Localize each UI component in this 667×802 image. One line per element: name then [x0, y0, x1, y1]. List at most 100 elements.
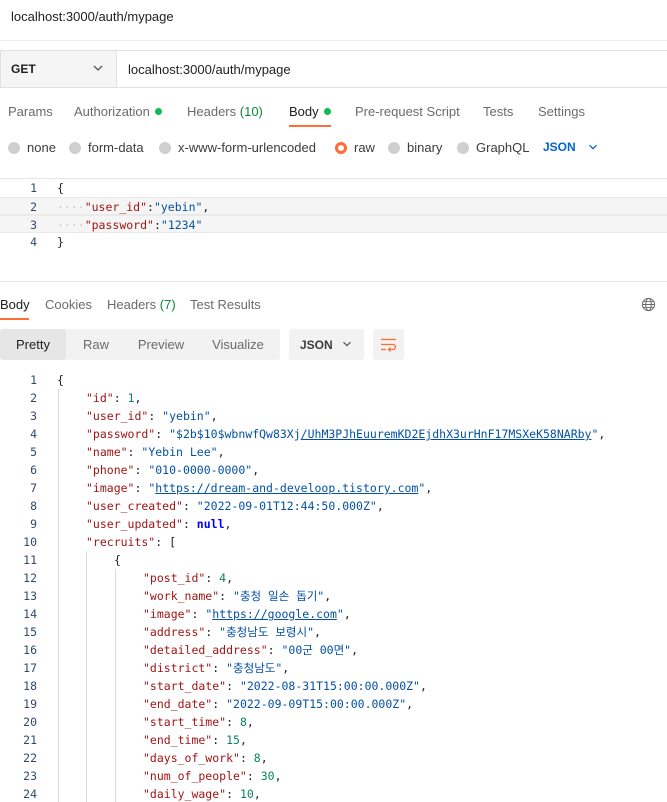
- format-select[interactable]: JSON: [289, 329, 364, 360]
- code-line: 2 "id": 1,: [0, 389, 667, 407]
- code-text: "image": "https://google.com",: [143, 605, 351, 623]
- tab-label: Test Results: [190, 297, 261, 312]
- code-line: 14 "image": "https://google.com",: [0, 605, 667, 623]
- code-text: "num_of_people": 30,: [143, 767, 282, 785]
- code-token[interactable]: /UhM3PJhEuuremKD2EjdhX3urHnF17MSXeK58NAR…: [301, 427, 592, 441]
- active-tab-underline: [289, 125, 331, 127]
- code-token: :: [191, 607, 206, 621]
- globe-icon[interactable]: [641, 297, 656, 312]
- radio-icon: [8, 141, 20, 154]
- code-token: :: [147, 200, 154, 214]
- code-text: "recruits": [: [86, 533, 176, 551]
- tab-tests[interactable]: Tests: [483, 104, 513, 119]
- body-type-none[interactable]: none: [8, 140, 56, 155]
- code-line: 6 "phone": "010-0000-0000",: [0, 461, 667, 479]
- language-select[interactable]: JSON: [543, 140, 598, 154]
- code-token[interactable]: https://dream-and-develoop.tistory.com: [155, 481, 418, 495]
- request-body-editor[interactable]: 1{2 ····"user_id":"yebin", 3 ····"password"…: [0, 178, 667, 282]
- tab-headers[interactable]: Headers (10): [187, 104, 263, 119]
- line-number: 1: [30, 373, 37, 387]
- response-tab-test-results[interactable]: Test Results: [190, 297, 261, 312]
- body-type-form-data[interactable]: form-data: [69, 140, 144, 155]
- body-type-label: none: [27, 140, 56, 155]
- code-text: "id": 1,: [86, 389, 141, 407]
- code-token: ,: [598, 427, 606, 441]
- body-type-label: x-www-form-urlencoded: [178, 140, 316, 155]
- code-text: "address": "충청남도 보령시",: [143, 623, 321, 641]
- line-number: 3: [30, 218, 37, 232]
- view-mode-visualize[interactable]: Visualize: [196, 329, 280, 360]
- code-token: "post_id": [143, 571, 206, 585]
- code-token: : [: [155, 535, 177, 549]
- code-text: "detailed_address": "00군 00면",: [143, 641, 358, 659]
- tab-label: Body: [0, 297, 30, 312]
- radio-icon: [457, 141, 469, 154]
- tab-params[interactable]: Params: [8, 104, 53, 119]
- code-token: :: [267, 643, 282, 657]
- code-text: "district": "충청남도",: [143, 659, 289, 677]
- tab-label: Settings: [538, 104, 585, 119]
- radio-icon: [335, 141, 347, 154]
- url-bar: GET localhost:3000/auth/mypage: [0, 50, 667, 88]
- code-token[interactable]: https://google.com: [212, 607, 337, 621]
- code-token: :: [226, 787, 240, 801]
- divider: [0, 40, 667, 41]
- response-tabs: Body Cookies Headers (7) Test Results: [0, 297, 667, 321]
- line-number: 9: [30, 517, 37, 531]
- view-mode-preview[interactable]: Preview: [126, 329, 196, 360]
- response-tab-body[interactable]: Body: [0, 297, 30, 312]
- code-text: "work_name": "충청 일손 돕기",: [143, 587, 331, 605]
- code-token: "충청남도 보령시": [219, 625, 315, 639]
- code-text: "start_date": "2022-08-31T15:00:00.000Z"…: [143, 677, 427, 695]
- code-text: "name": "Yebin Lee",: [86, 443, 225, 461]
- code-token: :: [212, 733, 227, 747]
- code-token: "num_of_people": [143, 769, 247, 783]
- code-text: {: [114, 551, 121, 569]
- response-tab-headers[interactable]: Headers (7): [107, 297, 176, 312]
- response-body-viewer[interactable]: 1{2 "id": 1, 3 "user_id": "yebin", 4 "passwor…: [0, 371, 667, 802]
- radio-icon: [388, 141, 400, 154]
- response-tab-cookies[interactable]: Cookies: [45, 297, 92, 312]
- code-token: ": [336, 607, 344, 621]
- code-token: "Yebin Lee": [141, 445, 218, 459]
- code-token: "image": [143, 607, 192, 621]
- body-type-options: none form-data x-www-form-urlencoded raw bin…: [0, 140, 667, 158]
- method-select[interactable]: GET: [1, 51, 117, 87]
- method-label: GET: [11, 62, 36, 76]
- code-token: :: [134, 463, 149, 477]
- view-mode-raw[interactable]: Raw: [66, 329, 126, 360]
- code-line: 17 "district": "충청남도",: [0, 659, 667, 677]
- body-type-graphql[interactable]: GraphQL: [457, 140, 529, 155]
- body-type-raw[interactable]: raw: [335, 140, 375, 155]
- code-token: 15: [226, 733, 240, 747]
- code-token: "2022-08-31T15:00:00.000Z": [239, 679, 420, 693]
- tab-authorization[interactable]: Authorization: [74, 104, 162, 119]
- view-mode-pretty[interactable]: Pretty: [0, 329, 66, 360]
- code-text: "daily_wage": 10,: [143, 785, 261, 802]
- tab-pre-request-script[interactable]: Pre-request Script: [355, 104, 460, 119]
- tab-settings[interactable]: Settings: [538, 104, 585, 119]
- body-type-binary[interactable]: binary: [388, 140, 442, 155]
- chevron-down-icon: [588, 144, 597, 150]
- code-token: ,: [246, 715, 254, 729]
- code-line: 15 "address": "충청남도 보령시",: [0, 623, 667, 641]
- code-token: :: [134, 481, 149, 495]
- line-number: 16: [23, 643, 37, 657]
- body-type-label: binary: [407, 140, 443, 155]
- body-type-label: form-data: [88, 140, 144, 155]
- code-line: 23 "num_of_people": 30,: [0, 767, 667, 785]
- code-token: :: [182, 499, 197, 513]
- tab-label: Body: [289, 104, 319, 119]
- code-token: ,: [282, 661, 290, 675]
- code-token: ,: [274, 769, 282, 783]
- code-line: 7 "image": "https://dream-and-develoop.ti…: [0, 479, 667, 497]
- url-input[interactable]: localhost:3000/auth/mypage: [117, 51, 291, 87]
- code-token: :: [153, 218, 161, 232]
- body-type-x-www-form-urlencoded[interactable]: x-www-form-urlencoded: [159, 140, 316, 155]
- active-tab-underline: [0, 318, 29, 320]
- code-text: "days_of_work": 8,: [143, 749, 268, 767]
- code-token: "daily_wage": [143, 787, 227, 801]
- tab-body[interactable]: Body: [289, 104, 331, 119]
- code-token: "1234": [160, 218, 203, 232]
- wrap-lines-button[interactable]: [373, 329, 404, 360]
